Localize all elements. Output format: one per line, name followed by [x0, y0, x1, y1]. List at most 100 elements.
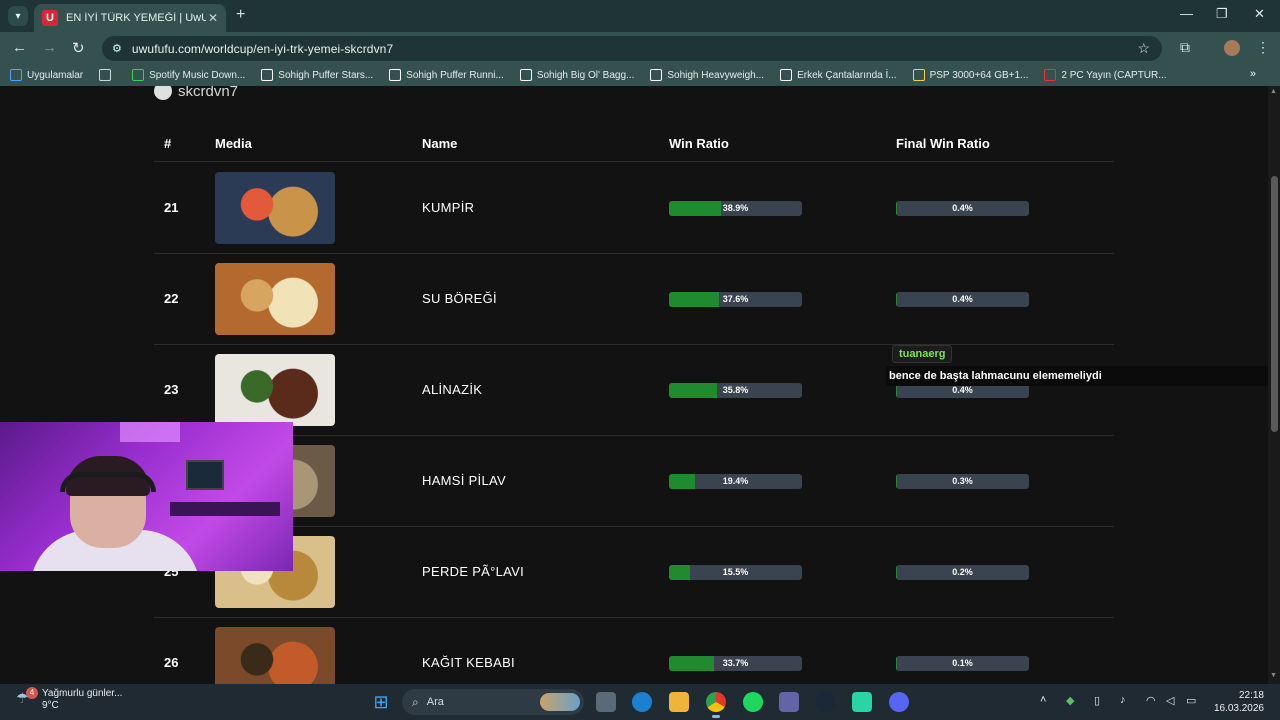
win-ratio-bar-label: 38.9% — [722, 203, 749, 213]
close-window-icon[interactable]: ✕ — [1254, 6, 1265, 22]
back-icon[interactable]: ← — [12, 39, 27, 56]
forward-icon[interactable]: → — [42, 39, 57, 56]
system-clock[interactable]: 22:18 16.03.2026 — [1214, 689, 1264, 715]
spotify-icon[interactable] — [743, 692, 763, 712]
taskbar-search[interactable]: ⌕ Ara — [402, 689, 584, 715]
extensions-icon[interactable]: ⧉ — [1180, 39, 1190, 56]
profile-avatar[interactable] — [1224, 40, 1240, 56]
final-win-ratio-bar: 0.1% — [896, 656, 1029, 671]
tray-chevron-icon[interactable]: ˄ — [1040, 694, 1046, 706]
bookmark-item[interactable]: Erkek Çantalarında İ... — [780, 69, 897, 81]
scroll-down-icon[interactable]: ▼ — [1270, 672, 1277, 679]
weather-badge: 4 — [26, 687, 38, 699]
headphones-icon — [60, 472, 156, 492]
food-name: PERDE PÃ°LAVI — [422, 564, 525, 579]
bookmark-item[interactable]: Sohigh Puffer Runni... — [389, 69, 504, 81]
bookmark-item[interactable]: Sohigh Heavyweigh... — [650, 69, 764, 81]
bookmark-item[interactable]: PSP 3000+64 GB+1... — [912, 69, 1029, 81]
creator-info[interactable]: skcrdvn7 — [154, 86, 238, 100]
sohigh-h-icon — [650, 69, 663, 81]
task-view-icon[interactable] — [596, 692, 616, 712]
battery-icon[interactable]: ▭ — [1186, 694, 1196, 707]
bookmark-star-icon[interactable]: ☆ — [1137, 40, 1150, 57]
tab-search-button[interactable]: ▾ — [8, 6, 28, 26]
scrollbar-thumb[interactable] — [1271, 176, 1278, 432]
table-row: 22 SU BÖREĞİ 37.6% 0.4% — [154, 254, 1114, 345]
security-icon[interactable]: ◆ — [1066, 694, 1074, 707]
file-explorer-icon[interactable] — [669, 692, 689, 712]
rain-cloud-icon: ☂ 4 — [16, 687, 38, 710]
win-ratio-bar: 37.6% — [669, 292, 802, 307]
microphone-icon[interactable]: ♪ — [1120, 694, 1126, 706]
table-row: 26 KAĞIT KEBABI 33.7% 0.1% — [154, 618, 1114, 684]
win-ratio-bar: 15.5% — [669, 565, 802, 580]
volume-icon[interactable]: ◁ — [1166, 694, 1174, 707]
column-media: Media — [215, 136, 252, 151]
webcam-monitor — [186, 460, 224, 490]
bookmark-label: PSP 3000+64 GB+1... — [929, 69, 1029, 81]
food-thumbnail[interactable] — [215, 172, 335, 244]
bookmark-item[interactable] — [99, 69, 116, 81]
win-ratio-bar: 35.8% — [669, 383, 802, 398]
weather-widget[interactable]: ☂ 4 Yağmurlu günler... 9°C — [16, 687, 123, 712]
win-ratio-bar-label: 19.4% — [722, 476, 749, 486]
weather-label: Yağmurlu günler... — [42, 688, 123, 699]
bookmark-item[interactable]: 2 PC Yayın (CAPTUR... — [1044, 69, 1167, 81]
page-scrollbar[interactable]: ▲ ▼ — [1268, 86, 1280, 684]
win-ratio-bar-label: 15.5% — [722, 567, 749, 577]
scroll-up-icon[interactable]: ▲ — [1270, 88, 1277, 95]
bookmark-item[interactable]: Sohigh Puffer Stars... — [261, 69, 373, 81]
edge-icon[interactable] — [632, 692, 652, 712]
win-ratio-bar-label: 35.8% — [722, 385, 749, 395]
teams-icon[interactable] — [779, 692, 799, 712]
sohigh-h-icon — [519, 69, 532, 81]
reload-icon[interactable]: ↻ — [72, 39, 85, 57]
food-name: HAMSİ PİLAV — [422, 473, 506, 488]
chrome-active-indicator — [712, 715, 720, 718]
final-win-ratio-bar-label: 0.3% — [952, 476, 973, 486]
page-viewport: skcrdvn7 # Media Name Win Ratio Final Wi… — [0, 86, 1280, 684]
bookmark-item[interactable]: Sohigh Big Ol' Bagg... — [519, 69, 635, 81]
active-tab[interactable]: U EN İYİ TÜRK YEMEĞİ | UwUFUFU ✕ — [34, 4, 226, 32]
win-ratio-bar: 19.4% — [669, 474, 802, 489]
column-rank: # — [164, 136, 172, 151]
new-tab-button[interactable]: + — [236, 6, 245, 24]
site-info-icon[interactable]: ⚙ — [112, 42, 122, 55]
apps-grid-icon — [10, 69, 22, 81]
bookmark-item[interactable]: Spotify Music Down... — [132, 69, 245, 81]
app-icon[interactable] — [852, 692, 872, 712]
bookmark-item[interactable]: Uygulamalar — [10, 69, 83, 81]
close-tab-icon[interactable]: ✕ — [208, 11, 218, 25]
tab-strip: ▾ U EN İYİ TÜRK YEMEĞİ | UwUFUFU ✕ + — ❐… — [0, 0, 1280, 32]
user-avatar-icon — [154, 86, 172, 100]
webcam-overlay — [0, 422, 293, 571]
discord-icon[interactable] — [889, 692, 909, 712]
bookmark-label: Erkek Çantalarında İ... — [797, 69, 897, 81]
column-win-ratio: Win Ratio — [669, 136, 729, 151]
search-highlight-art — [540, 693, 580, 711]
bookmarks-overflow-icon[interactable]: » — [1250, 68, 1256, 80]
device-icon[interactable]: ▯ — [1094, 694, 1100, 707]
win-ratio-bar: 33.7% — [669, 656, 802, 671]
maximize-icon[interactable]: ❐ — [1216, 6, 1228, 22]
chevron-down-icon: ▾ — [15, 10, 21, 22]
store-icon — [780, 69, 793, 81]
win-ratio-bar: 38.9% — [669, 201, 802, 216]
food-thumbnail[interactable] — [215, 627, 335, 684]
bookmark-label: Sohigh Big Ol' Bagg... — [536, 69, 635, 81]
steam-icon[interactable] — [815, 692, 835, 712]
address-bar[interactable]: ⚙ uwufufu.com/worldcup/en-iyi-trk-yemei-… — [102, 36, 1162, 61]
url-text[interactable]: uwufufu.com/worldcup/en-iyi-trk-yemei-sk… — [132, 42, 393, 56]
food-name: KAĞIT KEBABI — [422, 655, 515, 670]
chrome-icon[interactable] — [706, 692, 726, 712]
youtube-icon — [1044, 69, 1057, 81]
food-thumbnail[interactable] — [215, 263, 335, 335]
final-win-ratio-bar: 0.2% — [896, 565, 1029, 580]
chat-message: bence de başta lahmacunu elememeliydi — [886, 366, 1280, 386]
minimize-icon[interactable]: — — [1180, 6, 1193, 21]
windows-start-icon[interactable]: ⊞ — [371, 692, 391, 712]
food-thumbnail[interactable] — [215, 354, 335, 426]
wifi-icon[interactable]: ◠ — [1146, 694, 1156, 707]
bookmark-label: Sohigh Puffer Stars... — [278, 69, 374, 81]
menu-kebab-icon[interactable]: ⋮ — [1256, 39, 1270, 56]
